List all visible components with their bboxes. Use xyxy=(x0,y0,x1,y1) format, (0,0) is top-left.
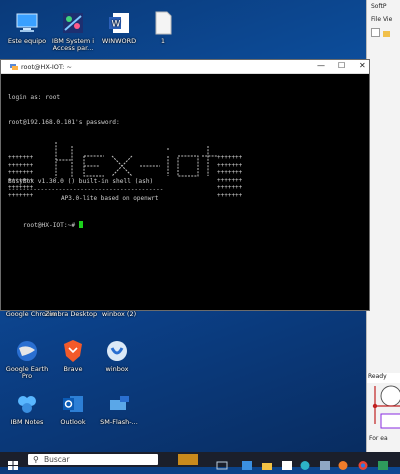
search-box[interactable]: ⚲ Buscar xyxy=(28,454,198,465)
desktop-icon-label: winbox (2) xyxy=(101,310,137,318)
brave-icon xyxy=(60,338,86,364)
prompt-line[interactable]: root@HX-IOT:~# xyxy=(8,213,365,229)
banner-left: +++++++ +++++++ +++++++ +++++++ +++++++ +++++… xyxy=(8,154,34,199)
minimize-button[interactable]: — xyxy=(317,61,325,70)
shell-prompt: root@HX-IOT:~# xyxy=(22,222,79,230)
new-file-icon[interactable] xyxy=(371,28,380,37)
text-cursor xyxy=(78,221,83,229)
task-view-icon[interactable] xyxy=(216,455,228,470)
terminal-line: login as: root xyxy=(8,93,61,101)
close-button[interactable]: ✕ xyxy=(359,61,366,70)
banner-caption: AP3.0-lite based on openwrt xyxy=(61,195,159,202)
desktop-icon-label: winbox xyxy=(105,365,129,373)
desktop-icon-winbox[interactable]: winbox xyxy=(90,338,144,373)
putty-icon xyxy=(10,63,18,73)
computer-icon xyxy=(14,10,40,36)
flash-tool-icon xyxy=(106,391,132,417)
status-bar: Ready xyxy=(367,373,400,383)
winbox-icon xyxy=(104,338,130,364)
desktop-icon-winbox-2[interactable]: winbox (2) xyxy=(92,310,146,318)
start-button[interactable] xyxy=(8,455,18,470)
desktop-icon-sm-flash[interactable]: SM-Flash-... xyxy=(92,391,146,426)
edge-icon[interactable] xyxy=(300,455,310,470)
google-earth-icon xyxy=(14,338,40,364)
file-explorer-icon[interactable] xyxy=(262,455,272,470)
hex-iot-ascii-logo xyxy=(55,142,218,178)
svg-text:W: W xyxy=(112,20,121,30)
taskbar: ⚲ Buscar xyxy=(0,452,400,470)
search-placeholder: Buscar xyxy=(44,455,70,464)
desktop-icon-label: Zimbra Desktop xyxy=(44,310,98,318)
terminal-line: root@192.168.0.101's password: xyxy=(8,119,120,127)
ibm-access-icon xyxy=(60,10,86,36)
desktop-icon-label: 1 xyxy=(160,37,166,45)
word-icon: W xyxy=(106,10,132,36)
outlook-icon xyxy=(60,391,86,417)
ibm-notes-icon xyxy=(14,391,40,417)
toolbar-icons[interactable] xyxy=(371,28,390,39)
maximize-button[interactable]: ☐ xyxy=(338,61,345,70)
window-title: SoftP xyxy=(371,3,387,10)
background-window[interactable]: SoftP File Vie Ready For ea xyxy=(366,0,400,452)
desktop-icon-label: SM-Flash-... xyxy=(100,418,138,426)
document-icon xyxy=(150,10,176,36)
chrome-taskbar-icon[interactable] xyxy=(358,455,368,470)
search-icon: ⚲ xyxy=(33,455,39,464)
banner-rule: ----------------------------------------… xyxy=(8,186,164,193)
search-highlight-icon xyxy=(178,454,198,465)
menu-bar[interactable]: File Vie xyxy=(371,16,392,23)
app-icon[interactable] xyxy=(378,455,388,470)
firefox-icon[interactable] xyxy=(338,455,348,470)
terminal-window[interactable]: root@HX-IOT: ~ — ☐ ✕ login as: root root… xyxy=(0,59,370,311)
calendar-icon[interactable] xyxy=(242,455,252,470)
desktop-icon-file-1[interactable]: 1 xyxy=(136,10,190,45)
store-icon[interactable] xyxy=(282,455,292,470)
window-title: root@HX-IOT: ~ xyxy=(21,63,72,71)
title-bar[interactable]: root@HX-IOT: ~ — ☐ ✕ xyxy=(1,60,369,74)
footer-text: For ea xyxy=(369,435,388,442)
open-folder-icon[interactable] xyxy=(382,31,390,37)
notepad-icon[interactable] xyxy=(320,455,330,470)
desktop-icon-zimbra[interactable]: Zimbra Desktop xyxy=(44,310,98,318)
